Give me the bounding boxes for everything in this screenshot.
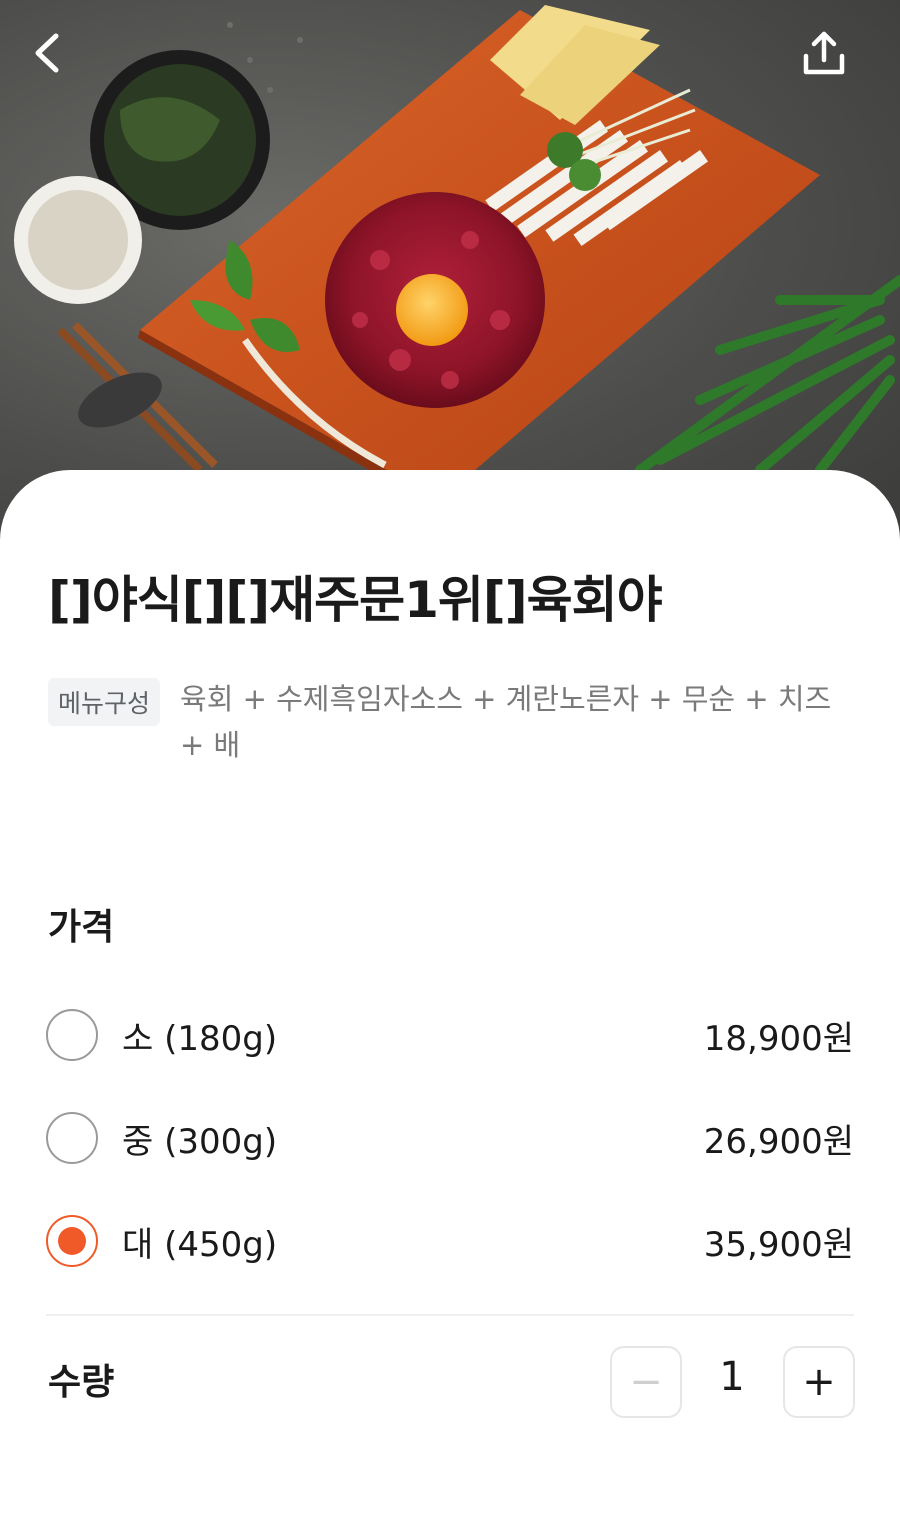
- price-option-large[interactable]: 대 (450g) 35,900원: [46, 1211, 854, 1271]
- product-info-sheet: []야식[][]재주문1위[]육회야 메뉴구성 육회 + 수제흑임자소스 + 계…: [0, 470, 900, 1540]
- quantity-decrease-button[interactable]: −: [610, 1346, 682, 1418]
- option-price: 26,900원: [703, 1121, 854, 1162]
- quantity-section-title: 수량: [48, 1362, 115, 1403]
- divider: [46, 1314, 854, 1316]
- price-option-medium[interactable]: 중 (300g) 26,900원: [46, 1108, 854, 1168]
- product-detail-screen: []야식[][]재주문1위[]육회야 메뉴구성 육회 + 수제흑임자소스 + 계…: [0, 0, 900, 1540]
- back-button[interactable]: [28, 30, 88, 90]
- product-title: []야식[][]재주문1위[]육회야: [48, 571, 663, 629]
- quantity-increase-button[interactable]: +: [783, 1346, 855, 1418]
- menu-composition: 메뉴구성 육회 + 수제흑임자소스 + 계란노른자 + 무순 + 치즈 + 배: [48, 678, 858, 768]
- option-name: 대 (450g): [122, 1224, 278, 1265]
- option-price: 18,900원: [703, 1018, 854, 1059]
- chevron-left-icon: [35, 33, 59, 73]
- option-name: 중 (300g): [122, 1121, 278, 1162]
- price-option-small[interactable]: 소 (180g) 18,900원: [46, 1005, 854, 1065]
- radio-button-selected[interactable]: [46, 1215, 98, 1267]
- plus-icon: +: [802, 1359, 836, 1405]
- quantity-value: 1: [719, 1354, 745, 1400]
- composition-badge: 메뉴구성: [48, 678, 161, 726]
- share-button[interactable]: [800, 30, 860, 90]
- option-price: 35,900원: [703, 1224, 854, 1265]
- price-section-title: 가격: [48, 907, 115, 948]
- radio-dot: [58, 1227, 86, 1255]
- option-name: 소 (180g): [122, 1018, 278, 1059]
- radio-button[interactable]: [46, 1112, 98, 1164]
- composition-text: 육회 + 수제흑임자소스 + 계란노른자 + 무순 + 치즈 + 배: [180, 682, 832, 762]
- minus-icon: −: [629, 1359, 663, 1405]
- radio-button[interactable]: [46, 1009, 98, 1061]
- share-upload-icon: [803, 31, 845, 75]
